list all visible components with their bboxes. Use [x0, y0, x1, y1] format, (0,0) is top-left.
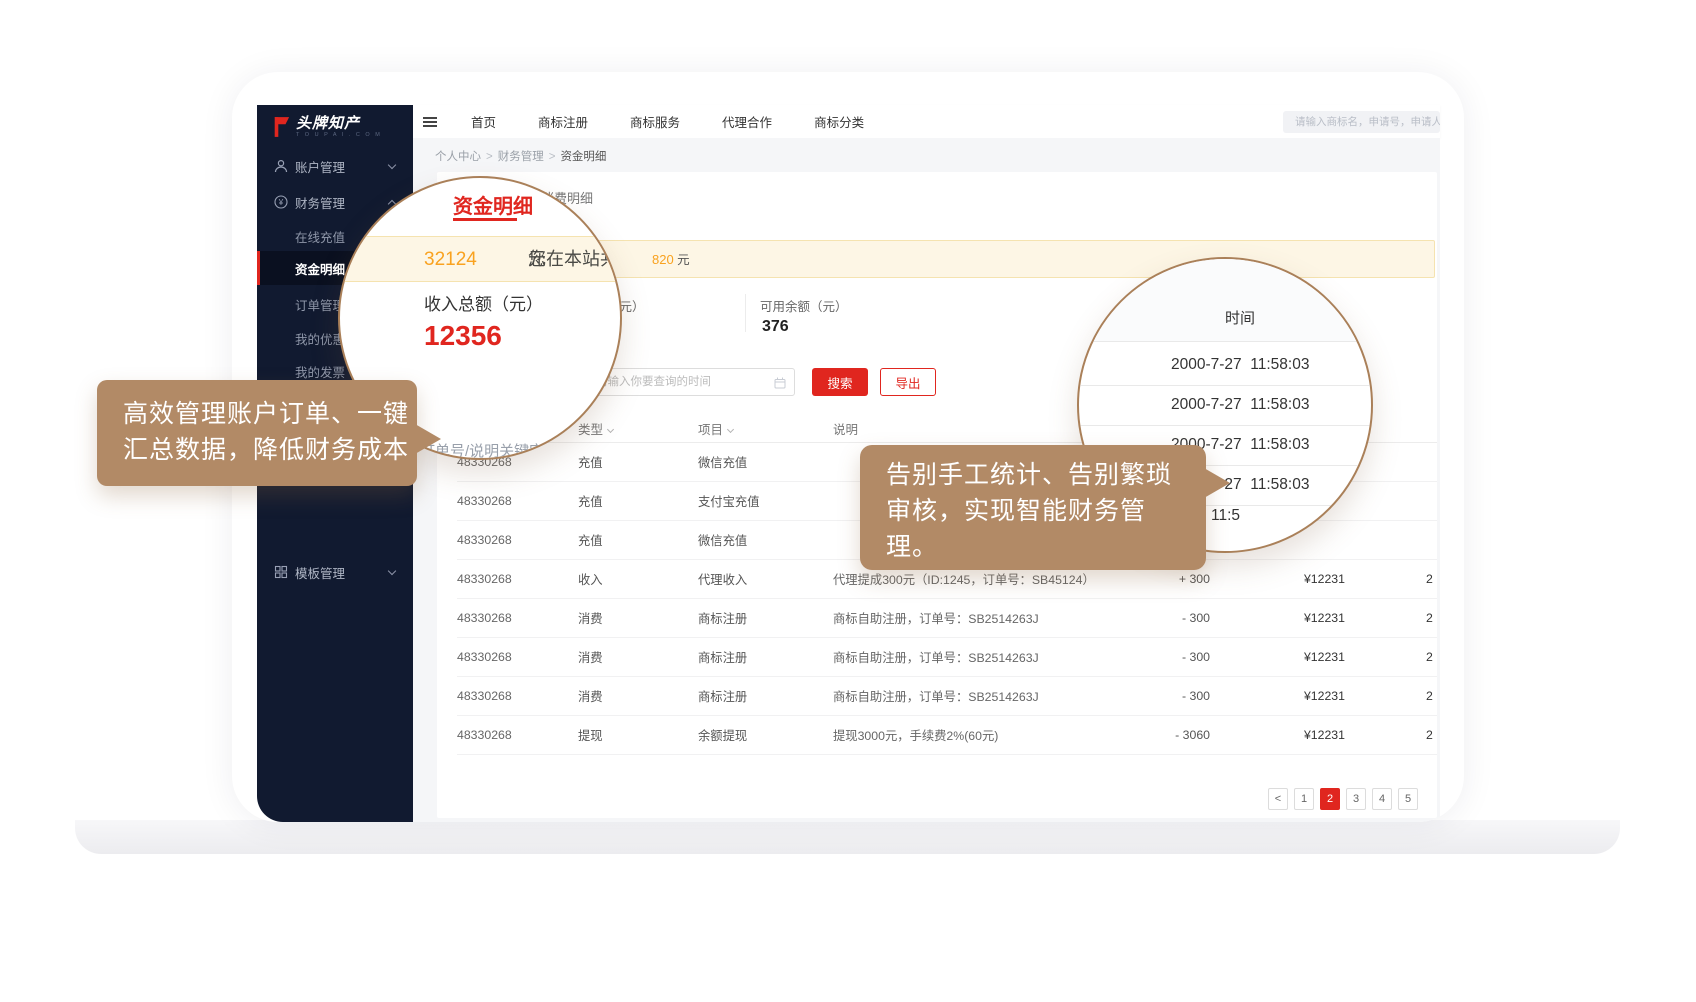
- stat-divider: [745, 294, 746, 332]
- pagination: < 1 2 3 4 5: [1268, 788, 1418, 810]
- header-type[interactable]: 类型: [578, 419, 698, 438]
- svg-text:¥: ¥: [278, 198, 284, 207]
- nav-item-tm-service[interactable]: 商标服务: [630, 112, 680, 131]
- breadcrumb-current: 资金明细: [560, 151, 606, 163]
- main-nav: 首页 商标注册 商标服务 代理合作 商标分类: [471, 105, 864, 138]
- caret-down-icon: [607, 426, 614, 433]
- lens-banner: 您在本站共消费 32124 元: [338, 236, 622, 282]
- logo[interactable]: 头牌知产 T O U P A I . C O M: [272, 115, 382, 139]
- lens-income-value: 12356: [424, 320, 502, 352]
- page-button-5[interactable]: 5: [1398, 788, 1418, 810]
- date-filter-field: [585, 368, 795, 396]
- callout-right-line2: 审核，实现智能财务管: [886, 493, 1206, 529]
- page-button-4[interactable]: 4: [1372, 788, 1392, 810]
- header-desc: 说明: [833, 419, 1050, 438]
- nav-item-home[interactable]: 首页: [471, 112, 496, 131]
- sidebar-item-template[interactable]: 模板管理: [257, 555, 413, 589]
- lens-banner-amount: 32124: [424, 249, 477, 270]
- date-input[interactable]: [586, 369, 794, 395]
- breadcrumb-home[interactable]: 个人中心: [435, 151, 481, 163]
- sidebar-item-account[interactable]: 账户管理: [257, 149, 413, 183]
- logo-flag-icon: [272, 115, 290, 139]
- balance-value: 376: [762, 318, 789, 336]
- marketing-canvas: 头牌知产 T O U P A I . C O M 账户管理 ¥ 财务管理: [0, 0, 1696, 1002]
- banner-amount: 820: [652, 252, 674, 267]
- lens-tab-label: 资金明细: [453, 190, 533, 219]
- callout-right-line3: 理。: [886, 529, 1206, 565]
- sidebar-item-label: 财务管理: [295, 193, 345, 212]
- table-row: 48330268 提现 余额提现 提现3000元，手续费2%(60元) - 30…: [457, 716, 1437, 755]
- logo-title: 头牌知产: [296, 115, 382, 132]
- callout-left-arrow: [415, 424, 441, 454]
- callout-left-line1: 高效管理账户订单、一键: [123, 396, 417, 432]
- export-button[interactable]: 导出: [880, 368, 936, 396]
- sidebar-item-label: 账户管理: [295, 157, 345, 176]
- callout-right-arrow: [1204, 468, 1230, 498]
- page-button-3[interactable]: 3: [1346, 788, 1366, 810]
- lens-tab-underline: [453, 218, 517, 221]
- lens-time-cell: 2000-7-27 11:58:03: [1171, 356, 1309, 374]
- lens-income-label: 收入总额（元）: [424, 290, 543, 315]
- sidebar-item-label: 模板管理: [295, 563, 345, 582]
- chevron-down-icon: [388, 566, 396, 574]
- topbar: 首页 商标注册 商标服务 代理合作 商标分类: [413, 105, 1440, 138]
- nav-item-tm-class[interactable]: 商标分类: [814, 112, 864, 131]
- lens-time-header: 时间: [1225, 307, 1255, 328]
- header-project[interactable]: 项目: [698, 419, 833, 438]
- page-button-1[interactable]: 1: [1294, 788, 1314, 810]
- nav-item-tm-register[interactable]: 商标注册: [538, 112, 588, 131]
- table-row: 48330268 消费 商标注册 商标自助注册，订单号：SB2514263J -…: [457, 599, 1437, 638]
- breadcrumb: 个人中心>财务管理>资金明细: [435, 148, 606, 164]
- caret-down-icon: [727, 426, 734, 433]
- callout-right: 告别手工统计、告别繁琐 审核，实现智能财务管 理。: [860, 445, 1206, 570]
- lens-time-cell: 2000-7-27 11:58:03: [1171, 396, 1309, 414]
- search-button[interactable]: 搜索: [812, 368, 868, 396]
- lens-time-header-band: [1079, 259, 1371, 341]
- nav-item-agency[interactable]: 代理合作: [722, 112, 772, 131]
- search-input[interactable]: [1283, 111, 1440, 133]
- calendar-icon[interactable]: [774, 377, 786, 389]
- table-row: 48330268 消费 商标注册 商标自助注册，订单号：SB2514263J -…: [457, 677, 1437, 716]
- user-icon: [274, 159, 288, 173]
- callout-left-line2: 汇总数据，降低财务成本: [123, 432, 417, 468]
- callout-right-line1: 告别手工统计、告别繁琐: [886, 457, 1206, 493]
- sidebar-item-label: 在线充值: [295, 227, 345, 246]
- breadcrumb-finance[interactable]: 财务管理: [498, 151, 544, 163]
- laptop-base: [75, 820, 1620, 854]
- chevron-down-icon: [388, 160, 396, 168]
- sidebar-item-label: 资金明细: [295, 259, 345, 278]
- callout-left: 高效管理账户订单、一键 汇总数据，降低财务成本: [97, 380, 417, 486]
- hamburger-icon[interactable]: [423, 117, 437, 127]
- grid-icon: [274, 565, 288, 579]
- balance-label: 可用余额（元）: [760, 296, 848, 315]
- logo-subtitle: T O U P A I . C O M: [296, 132, 382, 138]
- table-row: 48330268 消费 商标注册 商标自助注册，订单号：SB2514263J -…: [457, 638, 1437, 677]
- banner-unit: 元: [674, 253, 690, 267]
- finance-icon: ¥: [274, 195, 288, 209]
- prev-page-button[interactable]: <: [1268, 788, 1288, 810]
- page-button-2-active[interactable]: 2: [1320, 788, 1340, 810]
- sidebar-item-label: 我的发票: [295, 362, 345, 381]
